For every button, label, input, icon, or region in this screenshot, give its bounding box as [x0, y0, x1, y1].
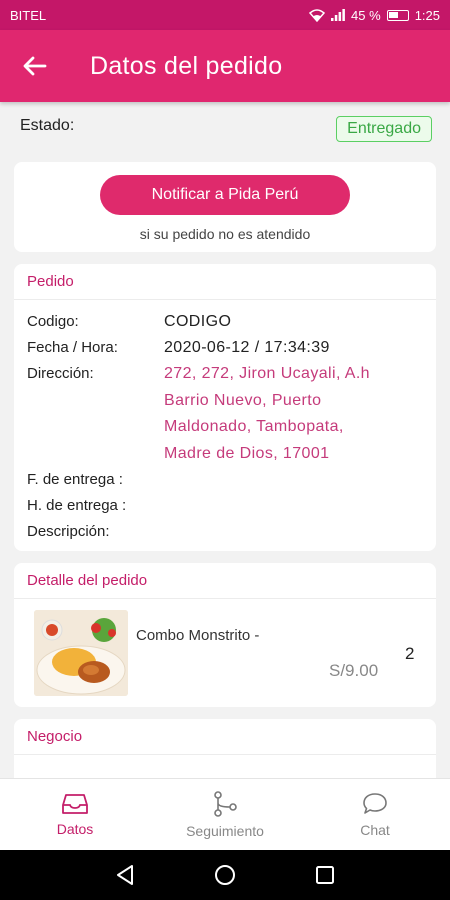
- back-button[interactable]: [0, 30, 70, 102]
- fecha-label: Fecha / Hora:: [27, 339, 118, 356]
- system-nav-bar: [0, 850, 450, 900]
- nav-label-seguimiento: Seguimiento: [186, 822, 264, 839]
- status-indicators: 45 % 1:25: [309, 8, 440, 23]
- notify-card: Notificar a Pida Perú si su pedido no es…: [14, 162, 436, 252]
- battery-percent: 45 %: [351, 7, 381, 23]
- detalle-card: Detalle del pedido Combo Monstrito - S/9…: [14, 563, 436, 707]
- hora-entrega-row: H. de entrega :: [27, 493, 423, 519]
- home-circle-icon[interactable]: [214, 864, 236, 886]
- direccion-label: Dirección:: [27, 365, 94, 382]
- status-badge: Entregado: [336, 116, 432, 142]
- negocio-card: Negocio: [14, 719, 436, 778]
- estado-row: Estado: Entregado: [0, 102, 450, 162]
- chat-icon: [363, 792, 387, 814]
- battery-icon: [386, 9, 409, 21]
- wifi-icon: [309, 8, 326, 22]
- direccion-row: Dirección: 272, 272, Jiron Ucayali, A.h …: [27, 361, 423, 467]
- nav-label-chat: Chat: [360, 821, 390, 838]
- estado-label: Estado:: [20, 117, 75, 134]
- codigo-label: Codigo:: [27, 313, 79, 330]
- order-item[interactable]: Combo Monstrito - S/9.00 2: [14, 599, 436, 707]
- recents-square-icon[interactable]: [315, 865, 335, 885]
- codigo-row: Codigo: CODIGO: [27, 309, 423, 335]
- descripcion-row: Descripción:: [27, 519, 423, 545]
- item-name: Combo Monstrito -: [136, 627, 260, 644]
- app-bar: Datos del pedido: [0, 30, 450, 102]
- route-icon: [214, 790, 237, 817]
- item-price: S/9.00: [329, 661, 379, 680]
- inbox-icon: [62, 793, 88, 814]
- descripcion-label: Descripción:: [27, 523, 110, 540]
- food-image: [34, 610, 128, 696]
- pedido-header: Pedido: [14, 264, 436, 300]
- bottom-nav: Datos Seguimiento Chat: [0, 778, 450, 850]
- carrier-label: BITEL: [10, 7, 47, 23]
- direccion-line: Madre de Dios, 17001: [164, 444, 330, 462]
- nav-tab-seguimiento[interactable]: Seguimiento: [150, 779, 300, 850]
- codigo-value: CODIGO: [164, 313, 232, 330]
- signal-icon: [331, 9, 345, 21]
- status-bar: BITEL 45 % 1:25: [0, 0, 450, 30]
- nav-tab-chat[interactable]: Chat: [300, 779, 450, 850]
- item-quantity: 2: [405, 644, 415, 663]
- page-title: Datos del pedido: [90, 51, 283, 80]
- nav-tab-datos[interactable]: Datos: [0, 779, 150, 850]
- notify-subtext: si su pedido no es atendido: [139, 226, 311, 242]
- fecha-entrega-label: F. de entrega :: [27, 471, 123, 488]
- fecha-row: Fecha / Hora: 2020-06-12 / 17:34:39: [27, 335, 423, 361]
- pedido-body: Codigo: CODIGO Fecha / Hora: 2020-06-12 …: [14, 300, 436, 551]
- direccion-value: 272, 272, Jiron Ucayali, A.h Barrio Nuev…: [164, 361, 370, 467]
- pedido-card: Pedido Codigo: CODIGO Fecha / Hora: 2020…: [14, 264, 436, 551]
- fecha-value: 2020-06-12 / 17:34:39: [164, 339, 330, 356]
- clock: 1:25: [414, 7, 440, 23]
- fecha-entrega-row: F. de entrega :: [27, 467, 423, 493]
- notify-button[interactable]: Notificar a Pida Perú: [100, 175, 350, 215]
- direccion-line: 272, 272, Jiron Ucayali, A.h: [164, 365, 370, 382]
- detalle-header: Detalle del pedido: [14, 563, 436, 599]
- arrow-left-icon: [23, 56, 47, 76]
- nav-label-datos: Datos: [56, 820, 94, 837]
- negocio-header: Negocio: [14, 719, 436, 755]
- content-scroll[interactable]: Estado: Entregado Notificar a Pida Perú …: [0, 102, 450, 778]
- back-triangle-icon[interactable]: [115, 864, 135, 886]
- direccion-line: Maldonado, Tambopata,: [164, 418, 344, 435]
- direccion-line: Barrio Nuevo, Puerto: [164, 391, 322, 409]
- hora-entrega-label: H. de entrega :: [27, 497, 127, 514]
